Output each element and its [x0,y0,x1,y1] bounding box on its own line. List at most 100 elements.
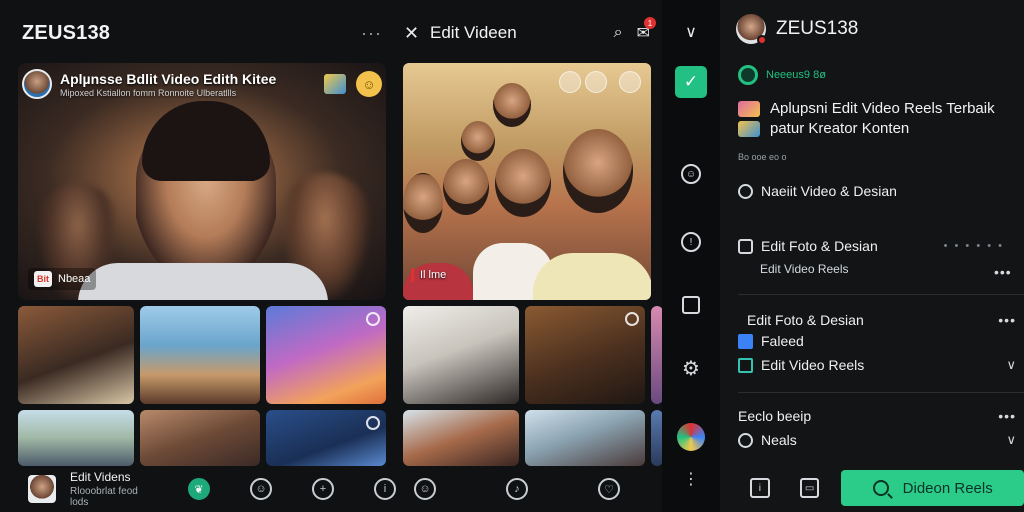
emoji-badge-icon[interactable]: ☺ [356,71,382,97]
featured-video-card[interactable]: Aplµnsse Bdlit Video Edith Kitee Mipoxed… [18,63,386,300]
menu-item-label: Edit Foto & Desian [747,312,864,328]
hero-child [461,121,495,161]
profile-avatar-icon[interactable] [677,423,705,451]
hero-tag[interactable]: Bit Nbeaa [28,268,97,290]
bell-icon[interactable]: ♪ [506,478,528,500]
menu-item-video-reels[interactable]: Edit Video Reels ∨ [738,357,1016,373]
edit-pencil-icon[interactable] [585,71,607,93]
select-circle-icon[interactable] [366,416,380,430]
video-control-icon[interactable] [559,71,581,93]
video-thumbnail[interactable] [525,410,645,466]
menu-subitem-label[interactable]: Edit Video Reels [760,262,849,276]
video-thumbnail[interactable] [403,306,519,404]
hero-child [403,173,443,233]
plus-circle-icon[interactable]: + [312,478,334,500]
menu-item-label: Faleed [761,333,804,349]
calendar-icon[interactable]: ▭ [799,478,820,498]
search-icon[interactable]: ⌕ [614,24,623,42]
hero-child [495,149,551,217]
brand-title: ZEUS138 [22,21,111,44]
video-thumbnail[interactable] [18,410,134,466]
blue-square-icon [738,333,753,349]
share-icon[interactable] [682,296,700,314]
photo-icon [738,238,753,254]
chevron-down-icon[interactable]: ∨ [685,22,697,42]
check-icon[interactable]: ✓ [675,66,707,98]
video-thumbnail[interactable] [403,410,519,466]
video-reels-button[interactable]: Dideon Reels [841,470,1024,506]
status-row: Neeeus9 8ø [738,65,826,85]
menu-item-photo-design[interactable]: Edit Foto & Desian • • • • • • [738,238,1016,254]
hero-person-shirt [78,263,328,300]
hero-subtitle: Mipoxed Kstiallon fomm Ronnoite Ulberatl… [60,87,237,98]
info-circle-icon[interactable]: i [374,478,396,500]
leaf-icon[interactable]: ❦ [188,478,210,500]
info-square-icon[interactable]: i [750,478,770,498]
middle-header: ✕ Edit Videen ⌕ ✉ 1 [404,17,656,48]
video-thumbnail[interactable] [18,306,134,404]
video-thumbnail[interactable] [140,410,260,466]
people-icon[interactable]: ☺ [250,478,272,500]
select-circle-icon[interactable] [366,312,380,326]
user-name: ZEUS138 [776,18,859,39]
tag-icon: Bit [34,271,52,287]
status-ring-icon [738,65,758,85]
select-circle-icon[interactable] [625,312,639,326]
notification-count-badge: 1 [644,17,656,29]
chevron-down-icon[interactable]: ∨ [1006,357,1016,373]
menu-item-photo-design-2[interactable]: Edit Foto & Desian ••• [738,312,1016,328]
hero-child [493,83,531,127]
promo-text: Aplupsni Edit Video Reels Terbaik patur … [738,100,1024,137]
alert-icon[interactable]: ! [681,232,701,252]
hero-tag[interactable]: Il lme [411,268,446,282]
video-thumbnail[interactable] [140,306,260,404]
small-caption: Bo ooe eo o [738,152,787,162]
user-avatar[interactable] [736,14,767,45]
channel-avatar[interactable] [22,69,52,99]
video-thumbnail[interactable] [525,306,645,404]
more-options-icon[interactable]: ••• [994,264,1012,280]
kebab-menu-icon[interactable]: ⋮ [683,469,699,489]
hero-child [563,129,633,213]
notification-icon[interactable]: ✉ 1 [637,17,656,43]
right-bottom-bar: i ▭ Dideon Reels [720,464,1024,512]
clock-icon [738,432,753,448]
bottom-title: Edit Videns [70,470,131,484]
gear-icon[interactable]: ⚙ [682,356,700,381]
chevron-down-icon[interactable]: ∨ [1006,432,1016,448]
select-check-icon[interactable] [619,71,641,93]
face-scan-icon[interactable]: ☺ [681,164,701,184]
hero-caption-bar: Aplµnsse Bdlit Video Edith Kitee Mipoxed… [22,65,382,103]
heart-icon[interactable]: ♡ [598,478,620,500]
more-options-icon[interactable]: ••• [998,408,1016,424]
checkbox-icon[interactable] [738,357,753,373]
tag-label: Nbeaa [58,273,91,285]
menu-item-label: Eeclo beeip [738,408,812,424]
menu-item-beeip[interactable]: Eeclo beeip ••• [738,408,1016,424]
hero-shirt-yellow [533,253,651,300]
menu-item-faleed[interactable]: Faleed [738,333,1016,349]
video-thumbnail[interactable] [266,410,386,466]
close-icon[interactable]: ✕ [404,23,426,44]
profile-icon[interactable]: ☺ [414,478,436,500]
tag-marker-icon [411,268,414,282]
more-options-icon[interactable]: ··· [361,23,382,44]
left-header: ZEUS138 ··· [22,18,382,48]
gallery-thumbnail-icon[interactable] [324,74,346,94]
user-header: ZEUS138 [736,14,859,45]
section-divider [738,294,1024,295]
right-panel: ZEUS138 Neeeus9 8ø Aplupsni Edit Video R… [720,0,1024,512]
middle-title: Edit Videen [430,23,517,42]
menu-item-reels[interactable]: Neals ∨ [738,432,1016,448]
section-divider [738,392,1024,393]
bottom-subtitle: Rlooobrlat feod lods [70,486,138,508]
menu-item-label: Edit Video Reels [761,357,865,373]
menu-item-video-design[interactable]: Naeiit Video & Desian [738,183,1016,199]
more-options-icon[interactable]: ••• [998,312,1016,328]
online-indicator [757,35,767,45]
creator-avatar[interactable] [28,475,56,503]
video-thumbnail[interactable] [266,306,386,404]
side-icon-rail: ∨ ✓ ☺ ! ⚙ ⋮ [662,0,720,512]
group-video-card[interactable]: Il lme [403,63,651,300]
promo-image-icon [738,100,760,117]
